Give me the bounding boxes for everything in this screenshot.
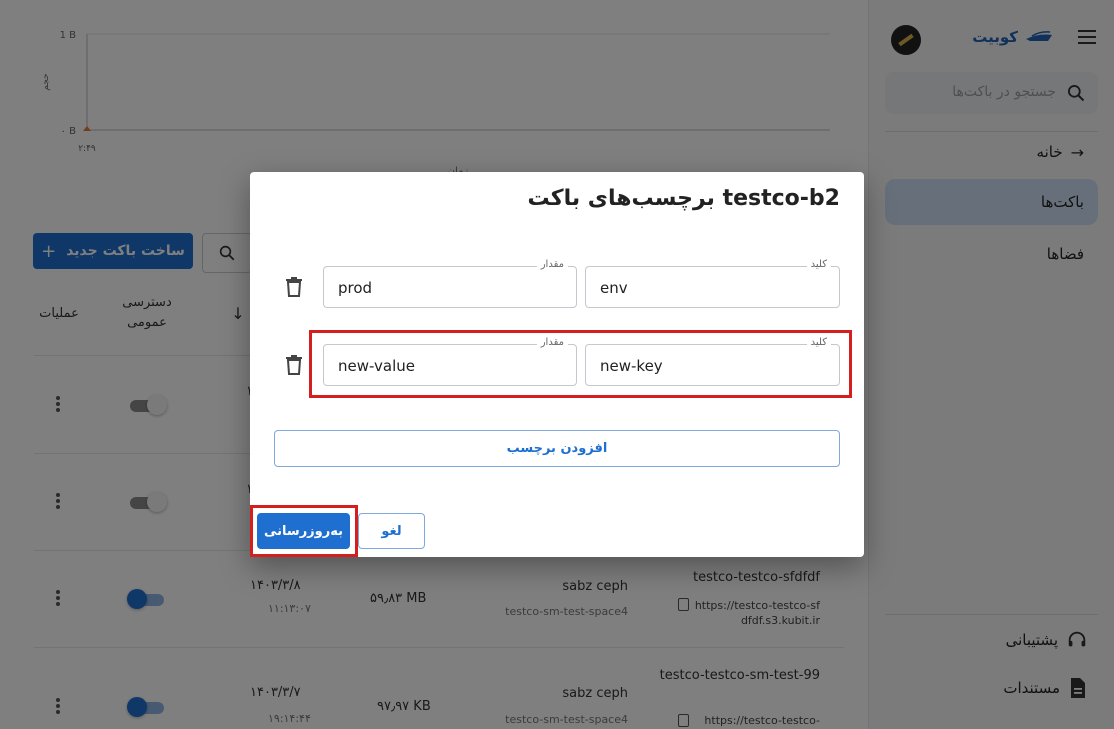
value-label: مقدار: [536, 337, 568, 348]
tag-key-value: env: [600, 279, 628, 297]
delete-tag-icon[interactable]: [284, 276, 304, 298]
dialog-title: برچسب‌های باکت testco-b2: [527, 186, 840, 211]
value-label: مقدار: [536, 259, 568, 270]
tag-value-field[interactable]: مقدار prod: [323, 259, 577, 308]
tag-key-value: new-key: [600, 357, 663, 375]
delete-tag-icon[interactable]: [284, 354, 304, 376]
tag-value-field[interactable]: مقدار new-value: [323, 337, 577, 386]
tag-key-field[interactable]: کلید new-key: [585, 337, 840, 386]
key-label: کلید: [806, 337, 831, 348]
cancel-button[interactable]: لغو: [358, 513, 425, 549]
tag-value-value: prod: [338, 279, 373, 297]
update-button[interactable]: به‌روزرسانی: [257, 513, 350, 549]
bucket-tags-dialog: برچسب‌های باکت testco-b2 کلید env مقدار …: [250, 172, 864, 557]
tag-value-value: new-value: [338, 357, 415, 375]
tag-key-field[interactable]: کلید env: [585, 259, 840, 308]
key-label: کلید: [806, 259, 831, 270]
add-tag-button[interactable]: افزودن برچسب: [274, 430, 840, 467]
